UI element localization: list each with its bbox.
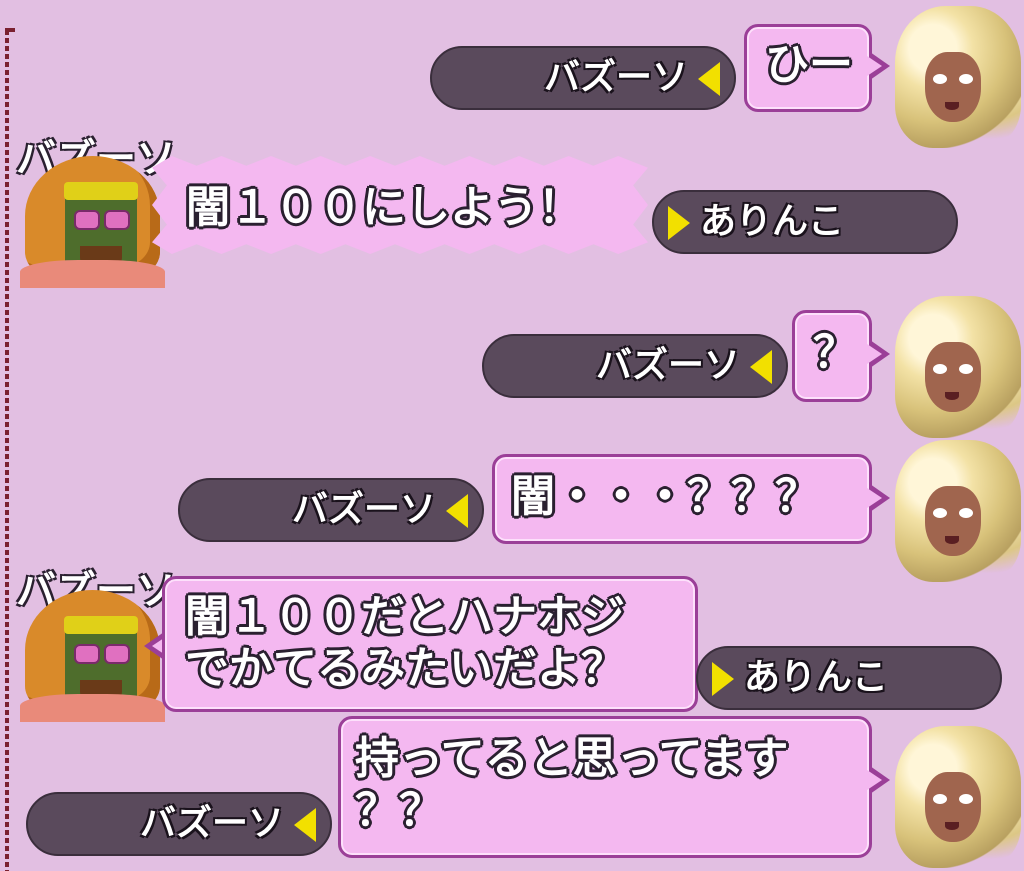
chat-bubble: ？ [792, 310, 872, 402]
player-avatar [895, 6, 1021, 148]
target-name-pill[interactable]: バズーソ [482, 334, 788, 398]
chat-log: バズーソ ひー バズーソ 闇１００にしよう！ ありんこ [0, 0, 1024, 871]
target-name-label: バズーソ [139, 803, 284, 844]
bubble-tail [867, 484, 890, 512]
target-name-pill[interactable]: ありんこ [696, 646, 1002, 710]
player-avatar [895, 296, 1021, 438]
target-name-label: ありんこ [700, 201, 845, 242]
pointer-right-icon [712, 662, 734, 696]
target-name-pill[interactable]: バズーソ [430, 46, 736, 110]
bubble-tail [144, 632, 167, 660]
bubble-tail [867, 340, 890, 368]
message-text: 闇１００にしよう！ [186, 182, 582, 233]
pointer-left-icon [446, 494, 468, 528]
message-text: 闇・・・？？？ [511, 471, 819, 522]
message-line-1: 闇１００だとハナホジ [185, 591, 625, 642]
pointer-right-icon [668, 206, 690, 240]
message-line-1: 持ってると思ってます [355, 733, 789, 784]
target-name-label: ありんこ [744, 657, 889, 698]
chat-bubble: 闇１００だとハナホジ でかてるみたいだよ？ [162, 576, 698, 712]
player-avatar [895, 440, 1021, 582]
target-name-label: バズーソ [595, 345, 740, 386]
message-line-2: ？？ [355, 785, 443, 836]
pointer-left-icon [750, 350, 772, 384]
target-name-pill[interactable]: バズーソ [26, 792, 332, 856]
player-avatar [895, 726, 1021, 868]
chat-bubble: 持ってると思ってます ？？ [338, 716, 872, 858]
target-name-pill[interactable]: ありんこ [652, 190, 958, 254]
pointer-left-icon [294, 808, 316, 842]
pointer-left-icon [698, 62, 720, 96]
message-text: ？ [813, 327, 857, 378]
bubble-tail [867, 766, 890, 794]
target-name-label: バズーソ [291, 489, 436, 530]
target-name-label: バズーソ [543, 57, 688, 98]
chat-bubble: ひー [744, 24, 872, 112]
message-text: ひー [765, 39, 853, 90]
chat-bubble: 闇・・・？？？ [492, 454, 872, 544]
shout-bubble: 闇１００にしよう！ [152, 156, 648, 254]
bubble-tail [867, 52, 890, 80]
bazooso-avatar [20, 148, 165, 288]
target-name-pill[interactable]: バズーソ [178, 478, 484, 542]
chat-left-border [5, 30, 9, 871]
message-line-2: でかてるみたいだよ？ [185, 643, 625, 694]
